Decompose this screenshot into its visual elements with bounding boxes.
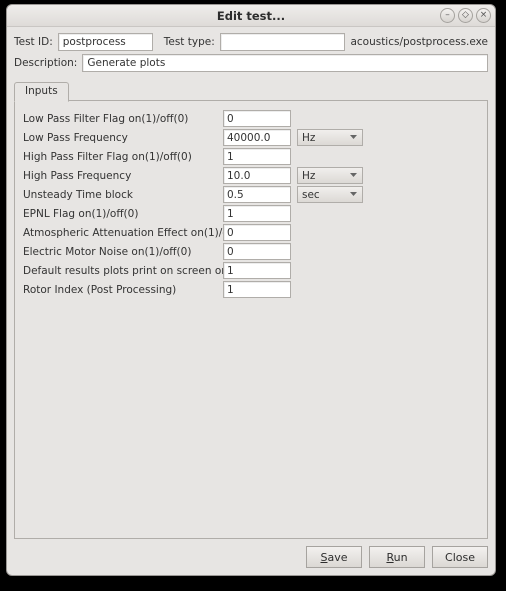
param-row: Rotor Index (Post Processing) xyxy=(23,280,479,299)
tab-page-inputs: Low Pass Filter Flag on(1)/off(0) Low Pas… xyxy=(14,101,488,539)
param-label: High Pass Filter Flag on(1)/off(0) xyxy=(23,151,223,163)
tab-inputs[interactable]: Inputs xyxy=(14,82,69,102)
param-label: EPNL Flag on(1)/off(0) xyxy=(23,208,223,220)
tab-area: Inputs Low Pass Filter Flag on(1)/off(0)… xyxy=(14,81,488,539)
param-row: Unsteady Time block sec xyxy=(23,185,479,204)
param-label: Low Pass Frequency xyxy=(23,132,223,144)
description-label: Description: xyxy=(14,57,77,69)
param-unit-combo[interactable]: Hz xyxy=(297,129,363,146)
param-unit-combo[interactable]: Hz xyxy=(297,167,363,184)
close-button[interactable]: Close xyxy=(432,546,488,568)
edit-test-dialog: Edit test... – ◇ × Test ID: Test type: a… xyxy=(6,4,496,576)
param-label: Rotor Index (Post Processing) xyxy=(23,284,223,296)
param-value-input[interactable] xyxy=(223,243,291,260)
maximize-button[interactable]: ◇ xyxy=(458,8,473,23)
param-value-input[interactable] xyxy=(223,281,291,298)
close-window-button[interactable]: × xyxy=(476,8,491,23)
param-unit-text: sec xyxy=(302,189,320,201)
chevron-down-icon xyxy=(350,192,357,196)
param-value-input[interactable] xyxy=(223,129,291,146)
test-id-input[interactable] xyxy=(58,33,153,51)
param-value-input[interactable] xyxy=(223,262,291,279)
param-row: Electric Motor Noise on(1)/off(0) xyxy=(23,242,479,261)
chevron-down-icon xyxy=(350,135,357,139)
header-row-1: Test ID: Test type: acoustics/postproces… xyxy=(14,33,488,51)
close-icon: × xyxy=(480,11,488,20)
test-path-label: acoustics/postprocess.exe xyxy=(350,36,488,48)
tab-strip-spacer xyxy=(69,81,488,101)
param-row: Atmospheric Attenuation Effect on(1)/off… xyxy=(23,223,479,242)
titlebar-buttons: – ◇ × xyxy=(440,8,491,23)
minimize-icon: – xyxy=(445,11,450,20)
param-value-input[interactable] xyxy=(223,186,291,203)
param-label: Atmospheric Attenuation Effect on(1)/off… xyxy=(23,227,223,239)
save-button[interactable]: Save xyxy=(306,546,362,568)
param-value-input[interactable] xyxy=(223,167,291,184)
maximize-icon: ◇ xyxy=(462,11,469,20)
window-title: Edit test... xyxy=(7,9,495,23)
button-bar: Save Run Close xyxy=(14,539,488,568)
param-value-input[interactable] xyxy=(223,148,291,165)
param-label: Unsteady Time block xyxy=(23,189,223,201)
chevron-down-icon xyxy=(350,173,357,177)
param-label: Low Pass Filter Flag on(1)/off(0) xyxy=(23,113,223,125)
param-label: Electric Motor Noise on(1)/off(0) xyxy=(23,246,223,258)
description-input[interactable] xyxy=(82,54,488,72)
run-button[interactable]: Run xyxy=(369,546,425,568)
param-value-input[interactable] xyxy=(223,224,291,241)
param-row: Default results plots print on screen on… xyxy=(23,261,479,280)
param-label: Default results plots print on screen on… xyxy=(23,265,223,277)
test-type-input[interactable] xyxy=(220,33,346,51)
param-label: High Pass Frequency xyxy=(23,170,223,182)
param-row: Low Pass Filter Flag on(1)/off(0) xyxy=(23,109,479,128)
param-row: High Pass Filter Flag on(1)/off(0) xyxy=(23,147,479,166)
minimize-button[interactable]: – xyxy=(440,8,455,23)
client-area: Test ID: Test type: acoustics/postproces… xyxy=(7,27,495,575)
param-row: Low Pass Frequency Hz xyxy=(23,128,479,147)
test-id-label: Test ID: xyxy=(14,36,53,48)
param-unit-combo[interactable]: sec xyxy=(297,186,363,203)
titlebar: Edit test... – ◇ × xyxy=(7,5,495,27)
param-row: EPNL Flag on(1)/off(0) xyxy=(23,204,479,223)
param-unit-text: Hz xyxy=(302,170,315,182)
param-value-input[interactable] xyxy=(223,205,291,222)
test-type-label: Test type: xyxy=(164,36,215,48)
param-value-input[interactable] xyxy=(223,110,291,127)
param-unit-text: Hz xyxy=(302,132,315,144)
header-row-2: Description: xyxy=(14,54,488,72)
tab-strip: Inputs xyxy=(14,81,488,101)
param-row: High Pass Frequency Hz xyxy=(23,166,479,185)
